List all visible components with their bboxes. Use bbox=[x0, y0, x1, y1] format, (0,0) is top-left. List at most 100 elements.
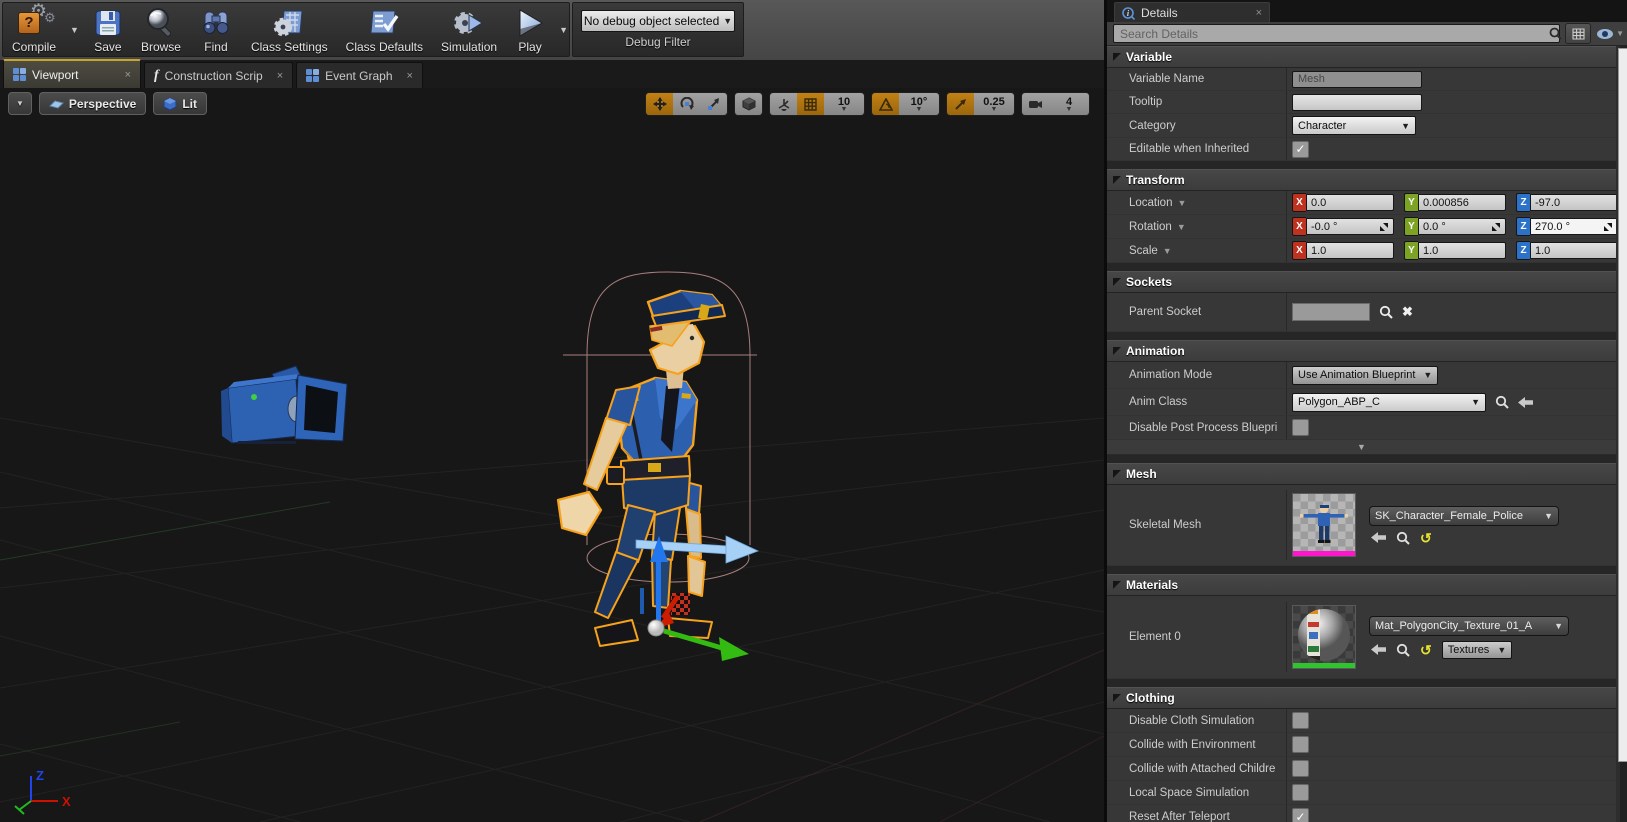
skeletal-mesh-thumbnail[interactable] bbox=[1292, 493, 1356, 557]
debug-filter-dropdown[interactable]: No debug object selected ▼ bbox=[581, 10, 735, 32]
tab-viewport[interactable]: Viewport × bbox=[3, 59, 141, 88]
socket-search-icon[interactable] bbox=[1379, 305, 1393, 319]
reset-mesh-button[interactable]: ↺ bbox=[1420, 531, 1432, 545]
browse-button[interactable]: Browse bbox=[132, 3, 190, 56]
details-tabstrip: i Details × bbox=[1107, 0, 1627, 22]
main-toolbar: ⚙ ⚙ ? Compile ▼ bbox=[0, 0, 1104, 61]
section-materials-header[interactable]: Materials bbox=[1107, 574, 1616, 596]
scale-y-field[interactable]: 1.0 bbox=[1418, 242, 1506, 259]
browse-icon bbox=[145, 6, 177, 39]
local-space-simulation-checkbox[interactable] bbox=[1292, 784, 1309, 801]
rotation-x-field[interactable]: -0.0 ° bbox=[1306, 218, 1394, 235]
camera-speed-value[interactable]: 4 ▼ bbox=[1049, 93, 1089, 115]
row-parent-socket: Parent Socket ✖ bbox=[1107, 293, 1616, 332]
close-icon[interactable]: × bbox=[269, 70, 283, 82]
skeletal-mesh-dropdown[interactable]: SK_Character_Female_Police ▼ bbox=[1369, 506, 1559, 526]
chevron-down-icon: ▼ bbox=[16, 99, 24, 108]
tab-details[interactable]: i Details × bbox=[1114, 2, 1270, 23]
scale-x-field[interactable]: 1.0 bbox=[1306, 242, 1394, 259]
rotation-z-field[interactable]: 270.0 ° bbox=[1530, 218, 1616, 235]
rotation-snap-value[interactable]: 10° ▼ bbox=[899, 93, 939, 115]
camera-speed-button[interactable] bbox=[1022, 93, 1049, 115]
advanced-expander[interactable]: ▼ bbox=[1107, 440, 1616, 455]
section-animation-header[interactable]: Animation bbox=[1107, 340, 1616, 362]
scale-tool-icon bbox=[707, 97, 721, 111]
rotate-tool-button[interactable] bbox=[673, 93, 700, 115]
collide-with-environment-checkbox[interactable] bbox=[1292, 736, 1309, 753]
viewport-options-button[interactable]: ▼ bbox=[8, 92, 32, 115]
tab-construction-script[interactable]: f Construction Scrip × bbox=[144, 62, 293, 88]
rotation-snap-toggle[interactable] bbox=[872, 93, 899, 115]
surface-snap-icon bbox=[777, 97, 791, 111]
display-filter-button[interactable]: ▼ bbox=[1596, 28, 1624, 40]
section-transform-header[interactable]: Transform bbox=[1107, 169, 1616, 191]
tab-event-graph[interactable]: Event Graph × bbox=[296, 62, 423, 88]
compile-button[interactable]: ⚙ ⚙ ? Compile bbox=[3, 3, 65, 56]
parent-socket-field[interactable] bbox=[1292, 303, 1370, 321]
location-x-field[interactable]: 0.0 bbox=[1306, 194, 1394, 211]
location-z-field[interactable]: -97.0 bbox=[1530, 194, 1616, 211]
grid-snap-group: 10 ▼ bbox=[769, 92, 865, 116]
world-local-toggle-button[interactable] bbox=[735, 93, 762, 115]
move-tool-button[interactable] bbox=[646, 93, 673, 115]
category-dropdown[interactable]: Character ▼ bbox=[1292, 116, 1416, 135]
close-icon[interactable]: × bbox=[399, 70, 413, 82]
disable-cloth-simulation-checkbox[interactable] bbox=[1292, 712, 1309, 729]
play-options-caret[interactable]: ▼ bbox=[554, 3, 573, 56]
anim-class-search-icon[interactable] bbox=[1495, 395, 1509, 409]
textures-dropdown[interactable]: Textures ▼ bbox=[1442, 641, 1513, 659]
section-mesh-header[interactable]: Mesh bbox=[1107, 463, 1616, 485]
reset-after-teleport-checkbox[interactable]: ✓ bbox=[1292, 808, 1309, 822]
collide-with-attached-children-checkbox[interactable] bbox=[1292, 760, 1309, 777]
simulation-button[interactable]: Simulation bbox=[432, 3, 506, 56]
material-thumbnail[interactable] bbox=[1292, 605, 1356, 669]
surface-snapping-button[interactable] bbox=[770, 93, 797, 115]
section-transform-title: Transform bbox=[1126, 173, 1185, 187]
browse-to-asset-icon[interactable] bbox=[1396, 643, 1410, 657]
scale-snap-toggle[interactable] bbox=[947, 93, 974, 115]
location-y-field[interactable]: 0.000856 bbox=[1418, 194, 1506, 211]
collapse-triangle-icon bbox=[1113, 470, 1121, 478]
section-sockets-header[interactable]: Sockets bbox=[1107, 271, 1616, 293]
lit-mode-button[interactable]: Lit bbox=[153, 92, 207, 115]
row-collide-with-attached-children: Collide with Attached Childre bbox=[1107, 757, 1616, 781]
clear-socket-icon[interactable]: ✖ bbox=[1402, 304, 1413, 320]
animation-mode-dropdown[interactable]: Use Animation Blueprint ▼ bbox=[1292, 366, 1438, 385]
use-selected-arrow-icon[interactable] bbox=[1371, 644, 1386, 655]
save-button[interactable]: Save bbox=[84, 3, 132, 56]
rotation-y-field[interactable]: 0.0 ° bbox=[1418, 218, 1506, 235]
use-selected-arrow-icon[interactable] bbox=[1518, 397, 1533, 408]
section-clothing-header[interactable]: Clothing bbox=[1107, 687, 1616, 709]
grid-snap-value[interactable]: 10 ▼ bbox=[824, 93, 864, 115]
find-button[interactable]: Find bbox=[190, 3, 242, 56]
compile-options-caret[interactable]: ▼ bbox=[65, 3, 84, 56]
grid-snap-toggle[interactable] bbox=[797, 93, 824, 115]
property-matrix-button[interactable] bbox=[1565, 23, 1591, 44]
scale-z-field[interactable]: 1.0 bbox=[1530, 242, 1616, 259]
row-collide-with-environment: Collide with Environment bbox=[1107, 733, 1616, 757]
perspective-button[interactable]: Perspective bbox=[39, 92, 146, 115]
use-selected-arrow-icon[interactable] bbox=[1371, 532, 1386, 543]
material-dropdown[interactable]: Mat_PolygonCity_Texture_01_A ▼ bbox=[1369, 616, 1569, 636]
disable-post-process-checkbox[interactable] bbox=[1292, 419, 1309, 436]
scrollbar-thumb[interactable] bbox=[1618, 48, 1627, 762]
scale-tool-button[interactable] bbox=[700, 93, 727, 115]
viewport-3d[interactable]: Z X ▼ Perspective Lit bbox=[0, 88, 1104, 822]
viewport-scene[interactable]: Z X bbox=[0, 88, 1104, 822]
browse-to-asset-icon[interactable] bbox=[1396, 531, 1410, 545]
close-icon[interactable]: × bbox=[1256, 7, 1262, 19]
class-settings-button[interactable]: Class Settings bbox=[242, 3, 337, 56]
camera-actor[interactable] bbox=[221, 366, 347, 444]
search-input[interactable] bbox=[1113, 24, 1560, 43]
scale-snap-value[interactable]: 0.25 ▼ bbox=[974, 93, 1014, 115]
perspective-label: Perspective bbox=[69, 97, 136, 111]
class-defaults-button[interactable]: Class Defaults bbox=[337, 3, 432, 56]
section-variable-header[interactable]: Variable bbox=[1107, 46, 1616, 68]
close-icon[interactable]: × bbox=[117, 69, 131, 81]
collide-with-attached-children-label: Collide with Attached Childre bbox=[1107, 757, 1286, 780]
editable-checkbox[interactable]: ✓ bbox=[1292, 141, 1309, 158]
anim-class-dropdown[interactable]: Polygon_ABP_C ▼ bbox=[1292, 393, 1486, 412]
tooltip-field[interactable] bbox=[1292, 94, 1422, 111]
play-button[interactable]: Play bbox=[506, 3, 554, 56]
reset-material-button[interactable]: ↺ bbox=[1420, 643, 1432, 657]
